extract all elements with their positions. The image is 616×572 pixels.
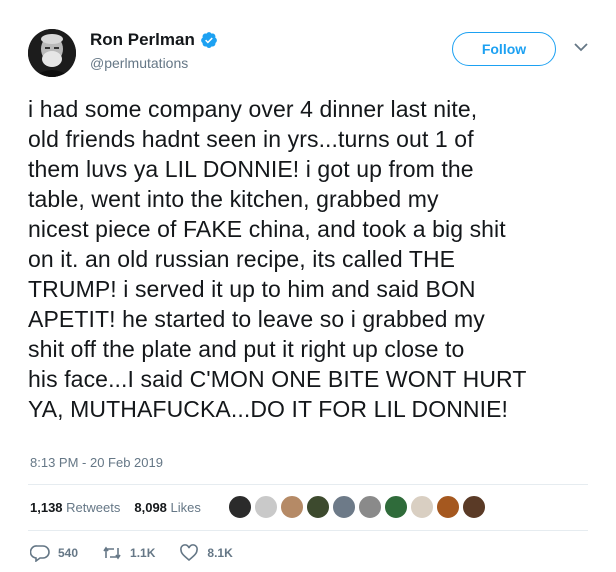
user-handle[interactable]: @perlmutations	[90, 55, 188, 71]
liker-avatars	[228, 495, 488, 519]
likes-stat[interactable]: 8,098 Likes	[134, 500, 201, 515]
likes-count: 8,098	[134, 500, 167, 515]
avatar[interactable]	[28, 29, 76, 77]
liker-avatar[interactable]	[384, 495, 408, 519]
liker-avatar[interactable]	[306, 495, 330, 519]
retweets-label: Retweets	[66, 500, 121, 515]
like-count: 8.1K	[207, 546, 233, 560]
liker-avatar[interactable]	[462, 495, 486, 519]
tweet-card: Ron Perlman @perlmutations Follow i had …	[0, 0, 616, 572]
user-name-row: Ron Perlman	[90, 30, 218, 50]
verified-badge-icon	[200, 32, 217, 48]
retweets-count: 1,138	[30, 500, 63, 515]
reply-count: 540	[58, 546, 79, 560]
retweet-count: 1.1K	[130, 546, 156, 560]
retweet-icon	[103, 546, 121, 560]
liker-avatar[interactable]	[410, 495, 434, 519]
divider	[28, 530, 588, 531]
tweet-text: i had some company over 4 dinner last ni…	[28, 96, 527, 422]
likes-label: Likes	[170, 500, 201, 515]
tweet-stats: 1,138 Retweets 8,098 Likes	[30, 500, 201, 515]
liker-avatar[interactable]	[358, 495, 382, 519]
display-name[interactable]: Ron Perlman	[90, 30, 195, 50]
chevron-down-icon[interactable]	[574, 42, 588, 52]
retweet-button[interactable]: 1.1K	[102, 544, 155, 562]
reply-icon	[30, 545, 50, 562]
tweet-timestamp[interactable]: 8:13 PM - 20 Feb 2019	[30, 455, 163, 470]
heart-icon	[180, 544, 199, 562]
retweets-stat[interactable]: 1,138 Retweets	[30, 500, 120, 515]
divider	[28, 484, 588, 485]
follow-button[interactable]: Follow	[452, 32, 556, 66]
liker-avatar[interactable]	[332, 495, 356, 519]
reply-button[interactable]: 540	[30, 544, 78, 562]
avatar-image	[28, 29, 76, 77]
liker-avatar[interactable]	[254, 495, 278, 519]
tweet-actions: 540 1.1K 8.1K	[30, 544, 257, 562]
liker-avatar[interactable]	[280, 495, 304, 519]
liker-avatar[interactable]	[228, 495, 252, 519]
liker-avatar[interactable]	[436, 495, 460, 519]
like-button[interactable]: 8.1K	[179, 544, 233, 562]
